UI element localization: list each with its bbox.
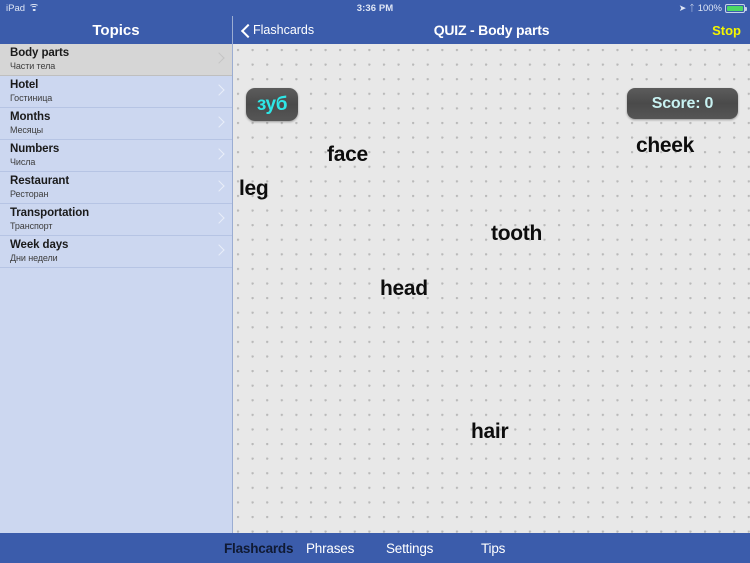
tab-phrases[interactable]: Phrases — [306, 533, 354, 563]
score-badge: Score: 0 — [627, 88, 738, 119]
topic-label-ru: Гостиница — [10, 93, 53, 103]
sidebar-item-week-days[interactable]: Week days Дни недели — [0, 236, 232, 268]
tab-settings[interactable]: Settings — [386, 533, 433, 563]
sidebar-item-hotel[interactable]: Hotel Гостиница — [0, 76, 232, 108]
topic-label-en: Hotel — [10, 79, 39, 91]
chevron-right-icon — [215, 213, 222, 225]
topic-label-ru: Числа — [10, 157, 36, 167]
battery-full-icon — [725, 3, 747, 13]
navigation-bar: Flashcards QUIZ - Body parts Stop — [233, 16, 750, 44]
sidebar-empty-area — [0, 268, 232, 533]
quiz-canvas[interactable]: зуб Score: 0 face cheek leg tooth head h… — [233, 44, 750, 533]
tab-tips[interactable]: Tips — [481, 533, 505, 563]
battery-percent-label: 100% — [697, 2, 722, 14]
topic-label-en: Body parts — [10, 47, 70, 59]
status-bar-clock: 3:36 PM — [356, 2, 394, 14]
sidebar-item-transportation[interactable]: Transportation Транспорт — [0, 204, 232, 236]
prompt-word-chip[interactable]: зуб — [246, 88, 298, 121]
score-label: Score: 0 — [651, 94, 714, 112]
stop-button[interactable]: Stop — [712, 16, 741, 44]
answer-option[interactable]: hair — [471, 420, 509, 444]
sidebar: Topics Body parts Части тела Hotel Гости… — [0, 16, 233, 533]
status-bar-right: ➤ ᛏ 100% — [678, 0, 747, 16]
chevron-right-icon — [215, 117, 222, 129]
main-pane: Flashcards QUIZ - Body parts Stop зуб Sc… — [233, 16, 750, 533]
chevron-right-icon — [215, 245, 222, 257]
topic-label-ru: Месяцы — [10, 125, 44, 135]
tab-bar: Flashcards Phrases Settings Tips — [0, 533, 750, 563]
topic-label-en: Transportation — [10, 207, 90, 219]
answer-option[interactable]: head — [380, 277, 428, 301]
topic-label-en: Months — [10, 111, 51, 123]
sidebar-item-body-parts[interactable]: Body parts Части тела — [0, 44, 232, 76]
topic-label-en: Numbers — [10, 143, 60, 155]
chevron-right-icon — [215, 149, 222, 161]
chevron-right-icon — [215, 53, 222, 65]
tab-flashcards[interactable]: Flashcards — [224, 533, 293, 563]
topic-label-ru: Транспорт — [10, 221, 53, 231]
topic-label-ru: Ресторан — [10, 189, 49, 199]
topics-list: Body parts Части тела Hotel Гостиница Mo… — [0, 44, 232, 268]
sidebar-item-numbers[interactable]: Numbers Числа — [0, 140, 232, 172]
answer-option[interactable]: leg — [239, 177, 269, 201]
status-bar: iPad 3:36 PM ➤ ᛏ 100% — [0, 0, 750, 16]
topic-label-ru: Дни недели — [10, 253, 58, 263]
answer-option[interactable]: tooth — [491, 222, 542, 246]
topic-label-en: Restaurant — [10, 175, 70, 187]
chevron-right-icon — [215, 181, 222, 193]
sidebar-item-restaurant[interactable]: Restaurant Ресторан — [0, 172, 232, 204]
answer-option[interactable]: face — [327, 143, 368, 167]
topic-label-en: Week days — [10, 239, 69, 251]
topic-label-ru: Части тела — [10, 61, 56, 71]
chevron-right-icon — [215, 85, 222, 97]
location-arrow-icon: ➤ — [678, 2, 687, 13]
answer-option[interactable]: cheek — [636, 134, 694, 158]
sidebar-item-months[interactable]: Months Месяцы — [0, 108, 232, 140]
bluetooth-icon: ᛏ — [689, 3, 695, 13]
page-title: QUIZ - Body parts — [433, 22, 550, 38]
prompt-word-label: зуб — [256, 93, 288, 115]
sidebar-title: Topics — [0, 16, 232, 44]
